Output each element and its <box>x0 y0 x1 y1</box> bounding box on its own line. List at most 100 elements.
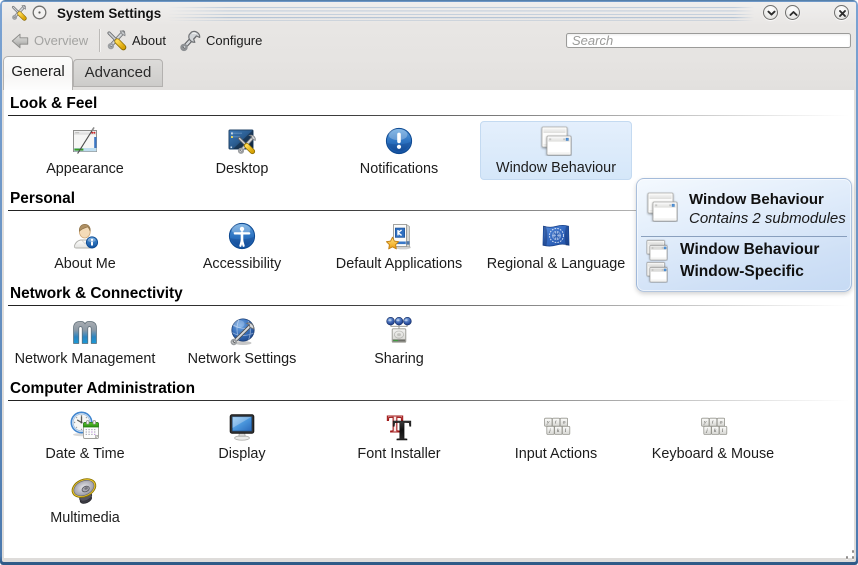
section-rule <box>8 305 849 306</box>
module-appearance[interactable]: Appearance <box>9 121 161 180</box>
sharing-icon <box>383 315 415 347</box>
chevron-up-icon <box>787 7 800 20</box>
module-label: Network Settings <box>188 352 297 366</box>
svg-text:y: y <box>703 420 707 426</box>
module-notifications[interactable]: Notifications <box>323 121 475 180</box>
section-look-and-feel: Look & Feel <box>4 97 854 180</box>
section-grid: Appearance <box>9 121 849 180</box>
tab-general[interactable]: General <box>3 56 73 90</box>
window-behaviour-icon <box>646 190 678 222</box>
configure-label: Configure <box>206 33 262 48</box>
tab-advanced[interactable]: Advanced <box>73 59 163 87</box>
module-label: Keyboard & Mouse <box>652 447 774 461</box>
minimize-button[interactable] <box>763 5 778 20</box>
about-button[interactable]: About <box>105 25 166 56</box>
module-label: Multimedia <box>50 511 120 525</box>
maximize-button[interactable] <box>785 5 800 20</box>
overview-label: Overview <box>34 33 88 48</box>
date-time-icon <box>69 410 101 442</box>
network-management-icon <box>69 315 101 347</box>
about-me-icon <box>69 220 101 252</box>
window-menu-icon[interactable] <box>32 5 47 20</box>
module-desktop[interactable]: Desktop <box>166 121 318 180</box>
section-title: Computer Administration <box>10 382 849 396</box>
module-multimedia[interactable]: Multimedia <box>9 470 161 529</box>
module-keyboard-mouse[interactable]: yio jkl Keyboard & Mouse <box>637 406 789 465</box>
module-label: Default Applications <box>336 257 462 271</box>
svg-text:T: T <box>393 416 412 442</box>
module-font-installer[interactable]: T T Font Installer <box>323 406 475 465</box>
module-label: Appearance <box>46 162 124 176</box>
module-label: Sharing <box>374 352 424 366</box>
window-icon <box>646 239 668 261</box>
network-settings-icon <box>226 315 258 347</box>
section-computer-administration: Computer Administration <box>4 382 854 529</box>
close-button[interactable] <box>834 5 849 20</box>
window-title: System Settings <box>57 6 161 21</box>
font-installer-icon: T T <box>383 410 415 442</box>
window-icon <box>646 261 668 283</box>
titlebar-stripes <box>168 7 754 21</box>
module-date-time[interactable]: Date & Time <box>9 406 161 465</box>
module-label: Network Management <box>15 352 156 366</box>
search-input[interactable] <box>566 33 851 48</box>
default-applications-icon <box>383 220 415 252</box>
section-grid: Date & Time <box>9 406 849 529</box>
about-label: About <box>132 33 166 48</box>
section-rule <box>8 400 849 401</box>
tooltip-entry-label: Window-Specific <box>680 263 804 281</box>
notifications-icon <box>383 125 415 157</box>
module-label: Window Behaviour <box>496 161 616 175</box>
tooltip-title: Window Behaviour <box>689 192 824 208</box>
module-default-applications[interactable]: Default Applications <box>323 216 475 275</box>
about-tools-icon <box>105 29 128 52</box>
input-actions-icon: yio jkl <box>540 410 572 442</box>
module-label: Accessibility <box>203 257 281 271</box>
module-display[interactable]: Display <box>166 406 318 465</box>
chevron-down-icon <box>765 7 778 20</box>
tab-bar: General Advanced <box>2 56 858 90</box>
toolbar: Overview <box>2 25 858 56</box>
module-label: Desktop <box>216 162 269 176</box>
window-behaviour-icon <box>540 124 572 156</box>
overview-button[interactable]: Overview <box>10 25 88 56</box>
configure-button[interactable]: Configure <box>179 25 262 56</box>
module-sharing[interactable]: Sharing <box>323 311 475 370</box>
svg-text:o: o <box>563 420 566 426</box>
module-label: Font Installer <box>357 447 440 461</box>
module-label: Input Actions <box>515 447 597 461</box>
svg-text:o: o <box>720 420 723 426</box>
module-window-behaviour[interactable]: Window Behaviour <box>480 121 632 180</box>
display-icon <box>226 410 258 442</box>
module-network-settings[interactable]: Network Settings <box>166 311 318 370</box>
back-arrow-icon <box>10 30 30 52</box>
multimedia-icon <box>69 474 101 506</box>
module-label: Display <box>218 447 265 461</box>
module-accessibility[interactable]: Accessibility <box>166 216 318 275</box>
module-about-me[interactable]: About Me <box>9 216 161 275</box>
tooltip-entry-window-behaviour[interactable]: Window Behaviour <box>646 239 819 261</box>
section-title: Look & Feel <box>10 97 849 111</box>
module-label: Date & Time <box>45 447 124 461</box>
tooltip-entry-window-specific[interactable]: Window-Specific <box>646 261 804 283</box>
app-icon <box>10 4 28 22</box>
section-rule <box>8 115 849 116</box>
module-network-management[interactable]: Network Management <box>9 311 161 370</box>
module-regional-language[interactable]: Regional & Language <box>480 216 632 275</box>
content-pane: Look & Feel <box>4 90 854 558</box>
module-label: Notifications <box>360 162 438 176</box>
system-settings-window: System Settings <box>0 0 858 565</box>
titlebar[interactable]: System Settings <box>2 2 858 27</box>
configure-wrench-icon <box>179 29 202 52</box>
module-label: About Me <box>54 257 116 271</box>
section-network-connectivity: Network & Connectivity Network Man <box>4 287 854 370</box>
tooltip-separator <box>641 236 847 237</box>
module-input-actions[interactable]: yio jkl Input Actions <box>480 406 632 465</box>
resize-grip[interactable] <box>841 550 854 561</box>
module-label: Regional & Language <box>487 257 625 271</box>
regional-language-icon <box>540 220 572 252</box>
search-box <box>566 32 851 50</box>
accessibility-icon <box>226 220 258 252</box>
tooltip-subtitle: Contains 2 submodules <box>689 211 846 227</box>
svg-text:y: y <box>546 420 550 426</box>
